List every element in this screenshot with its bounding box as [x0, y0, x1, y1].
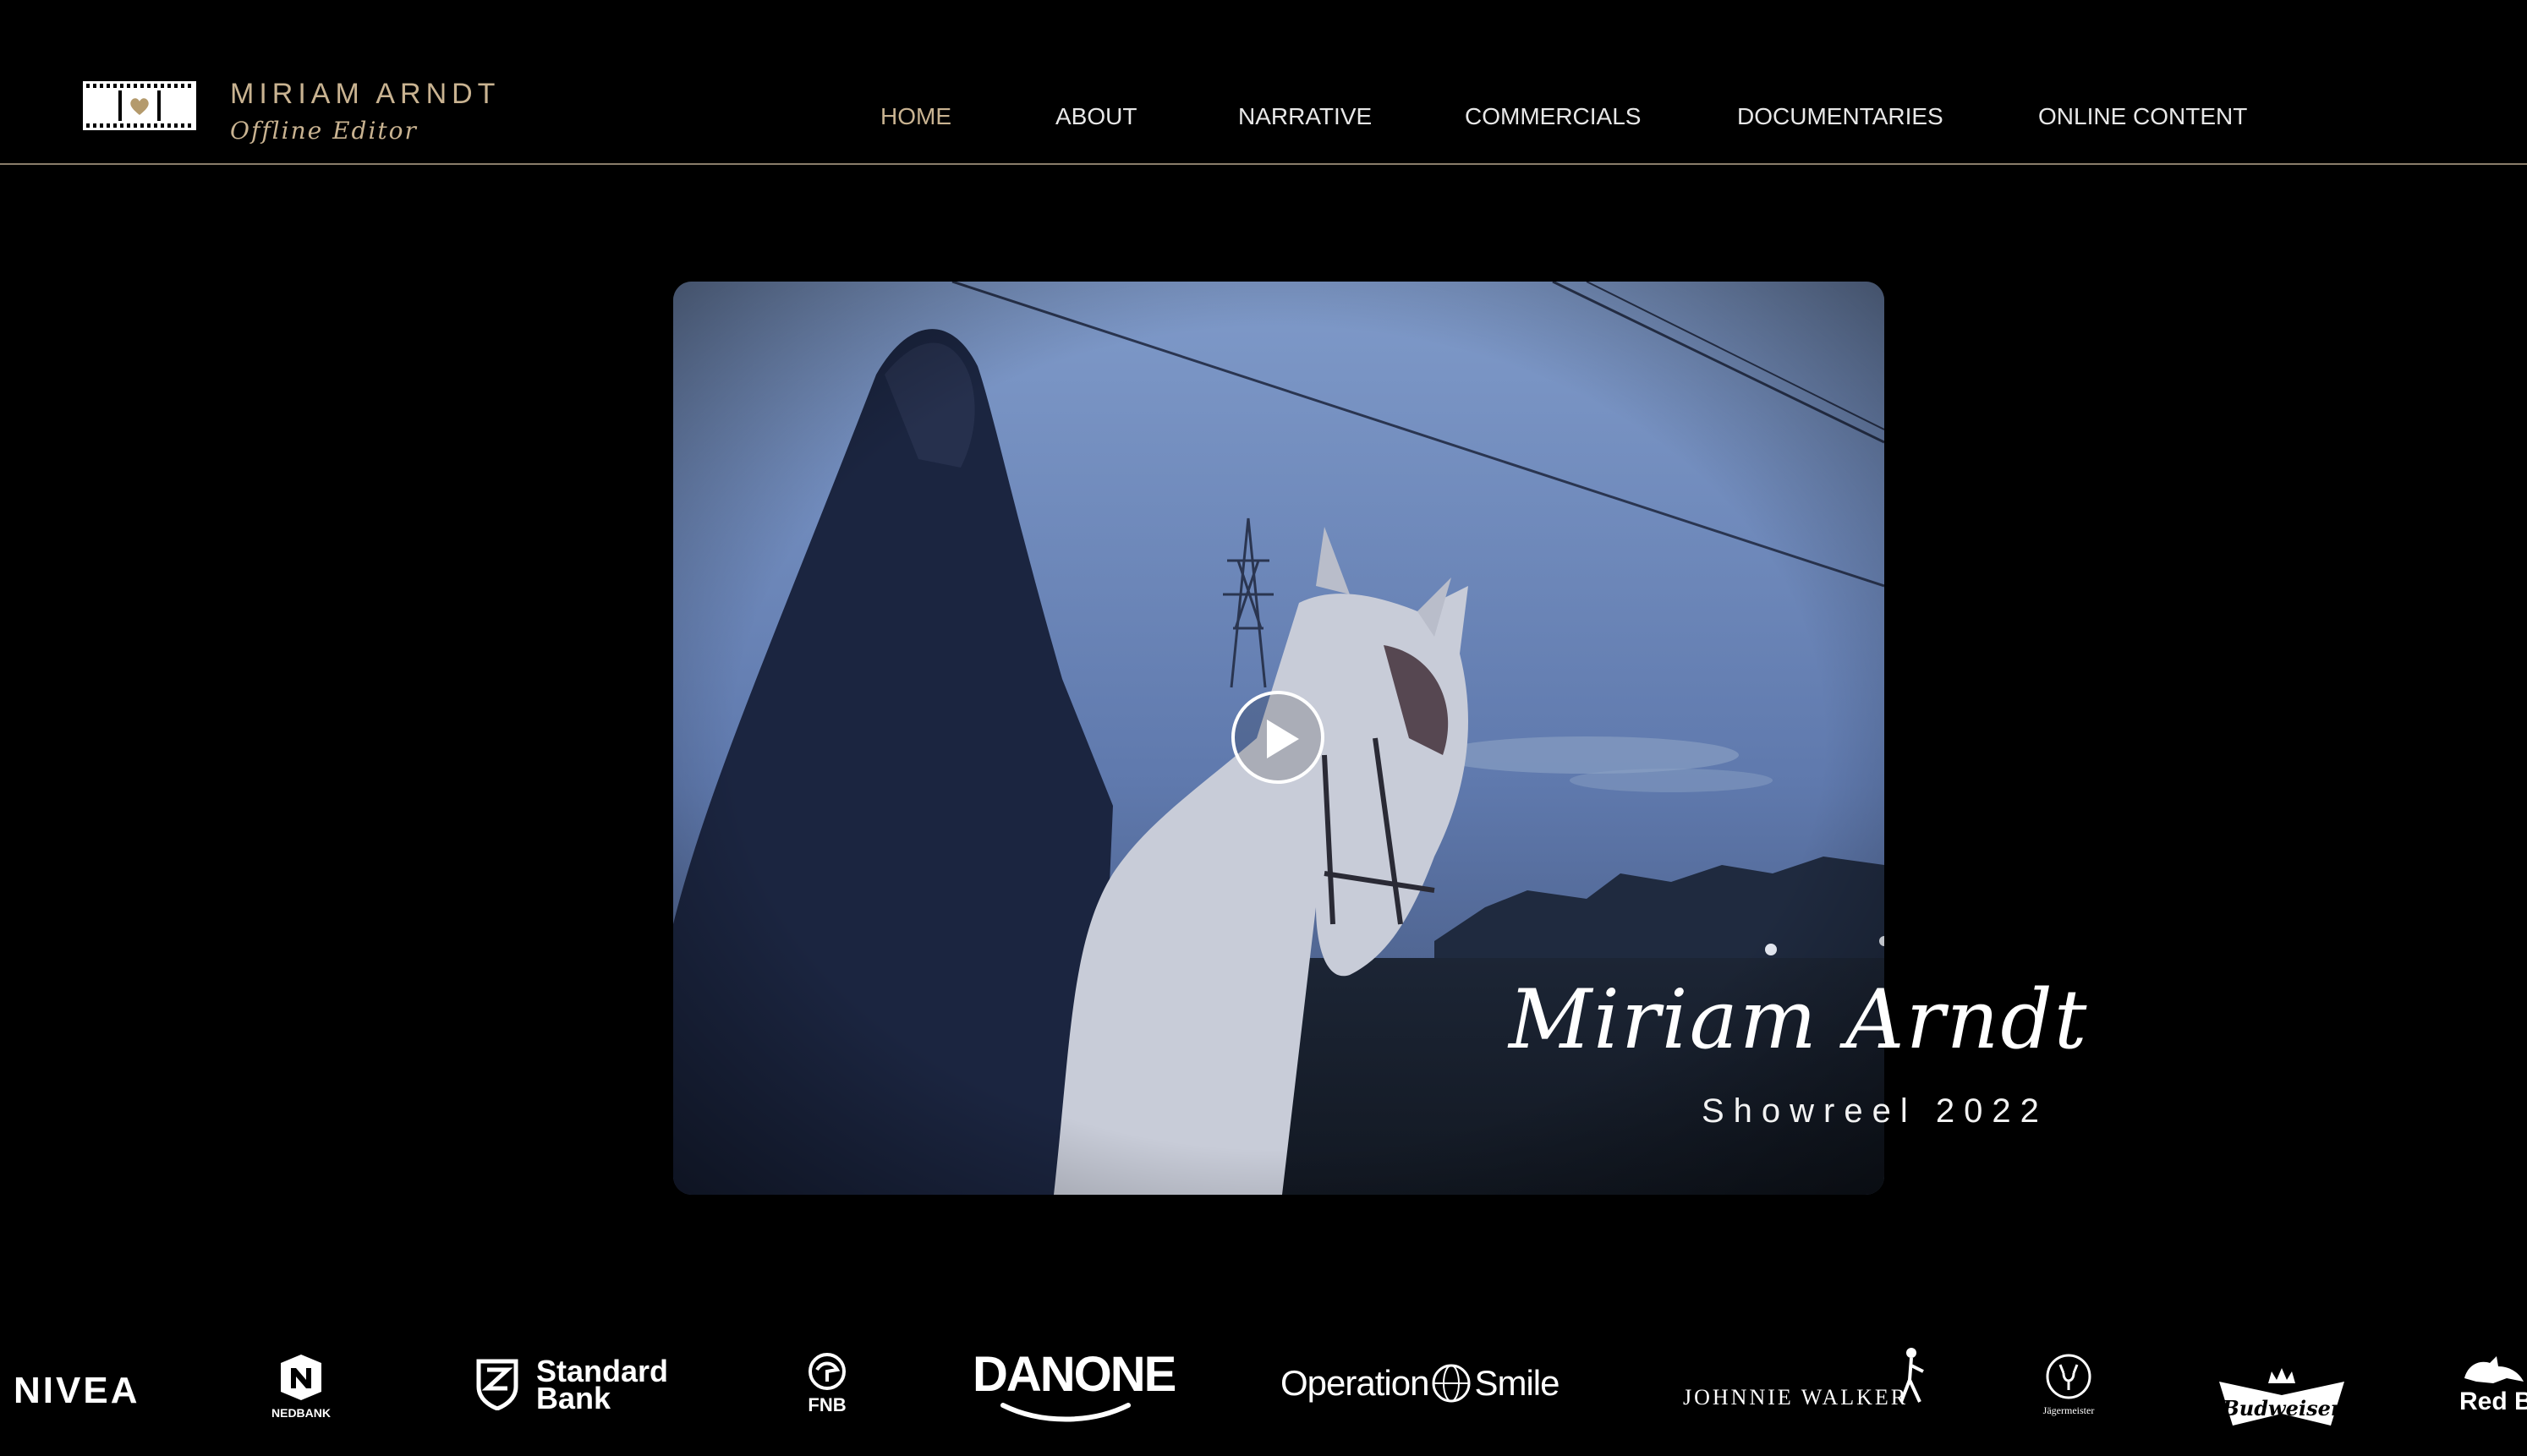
nav-narrative[interactable]: NARRATIVE: [1238, 103, 1372, 130]
fnb-tree-icon: [809, 1353, 846, 1390]
main-nav: HOME ABOUT NARRATIVE COMMERCIALS DOCUMEN…: [0, 103, 2527, 137]
logo-fnb: FNB: [800, 1353, 854, 1416]
operation-smile-b: Smile: [1474, 1363, 1560, 1403]
logo-nivea: NIVEA: [14, 1370, 140, 1411]
stag-crest-icon: [2046, 1354, 2091, 1399]
fnb-label: FNB: [808, 1394, 847, 1415]
standard-bank-shield-icon: [476, 1359, 518, 1411]
nav-online-content[interactable]: ONLINE CONTENT: [2038, 103, 2247, 130]
logo-danone: DANONE: [973, 1346, 1176, 1422]
nedbank-icon: [281, 1355, 321, 1400]
standard-bank-line2: Bank: [536, 1381, 611, 1415]
logo-red-bull: Red B: [2459, 1353, 2527, 1415]
danone-label: DANONE: [973, 1347, 1176, 1402]
showreel-signature: Miriam Arndt: [1509, 972, 2089, 1067]
nav-documentaries[interactable]: DOCUMENTARIES: [1737, 103, 1943, 130]
budweiser-label: Budweiser: [2222, 1396, 2343, 1420]
red-bull-label: Red B: [2459, 1388, 2527, 1415]
showreel-subtitle: Showreel 2022: [1702, 1092, 2048, 1130]
operation-smile-a: Operation: [1280, 1363, 1429, 1403]
logo-nedbank: NEDBANK: [269, 1355, 333, 1420]
globe-icon: [1432, 1364, 1471, 1403]
nav-home[interactable]: HOME: [880, 103, 951, 130]
bull-icon: [2464, 1356, 2524, 1383]
nav-commercials[interactable]: COMMERCIALS: [1465, 103, 1641, 130]
play-button[interactable]: [1231, 691, 1324, 784]
client-logo-strip: NIVEA NEDBANK Standard Bank FNB DANONE O…: [0, 1319, 2527, 1456]
logo-johnnie-walker: JOHNNIE WALKER: [1683, 1348, 1924, 1410]
logo-jagermeister: Jägermeister: [2042, 1353, 2096, 1417]
nav-about[interactable]: ABOUT: [1055, 103, 1137, 130]
site-header: MIRIAM ARNDT Offline Editor HOME ABOUT N…: [0, 0, 2527, 165]
budweiser-bowtie-icon: Budweiser: [2219, 1368, 2344, 1426]
nedbank-label: NEDBANK: [271, 1406, 331, 1420]
striding-man-icon: [1899, 1348, 1924, 1403]
jagermeister-label: Jägermeister: [2042, 1404, 2095, 1416]
play-icon: [1267, 720, 1299, 758]
danone-smile-icon: [1000, 1403, 1131, 1422]
logo-operation-smile: Operation Smile: [1280, 1363, 1560, 1404]
johnnie-walker-label: JOHNNIE WALKER: [1683, 1385, 1909, 1409]
logo-standard-bank: Standard Bank: [475, 1356, 668, 1415]
logo-budweiser: Budweiser: [2212, 1366, 2351, 1435]
